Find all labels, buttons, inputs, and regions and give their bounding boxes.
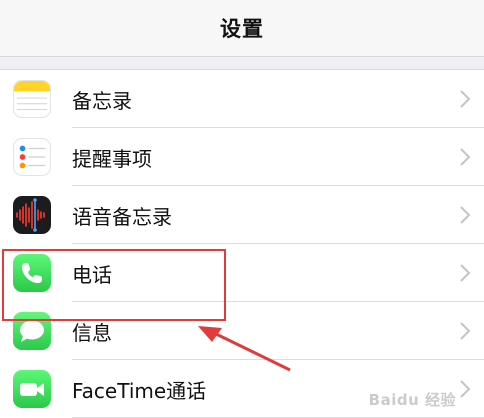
chevron-right-icon (458, 378, 472, 400)
settings-row-reminders[interactable]: 提醒事项 (0, 128, 484, 186)
chevron-right-icon (458, 204, 472, 226)
settings-row-phone[interactable]: 电话 (0, 244, 484, 302)
settings-row-notes[interactable]: 备忘录 (0, 70, 484, 128)
voice-memos-icon (13, 196, 51, 234)
watermark: Baidu 经验 (368, 391, 456, 409)
chevron-right-icon (458, 88, 472, 110)
phone-icon (13, 254, 51, 292)
chevron-right-icon (458, 146, 472, 168)
facetime-icon (13, 370, 51, 408)
navigation-bar: 设置 (0, 0, 484, 57)
section-gap (0, 57, 484, 69)
chevron-right-icon (458, 262, 472, 284)
chevron-right-icon (458, 320, 472, 342)
settings-list: 备忘录 提醒事项 语音备忘录 电话 信息 FaceTime通话 (0, 69, 484, 418)
settings-row-label: 电话 (72, 262, 112, 287)
page-title: 设置 (220, 17, 264, 41)
settings-row-voice-memos[interactable]: 语音备忘录 (0, 186, 484, 244)
notes-icon (13, 80, 51, 118)
settings-screen: 设置 备忘录 提醒事项 语音备忘录 电话 信息 FaceTime通话 Baidu… (0, 0, 484, 418)
reminders-icon (13, 138, 51, 176)
settings-row-label: 信息 (72, 320, 112, 345)
settings-row-label: 语音备忘录 (72, 204, 172, 229)
settings-row-label: FaceTime通话 (72, 378, 207, 403)
settings-row-label: 备忘录 (72, 88, 132, 113)
messages-icon (13, 312, 51, 350)
settings-row-messages[interactable]: 信息 (0, 302, 484, 360)
settings-row-label: 提醒事项 (72, 146, 152, 171)
